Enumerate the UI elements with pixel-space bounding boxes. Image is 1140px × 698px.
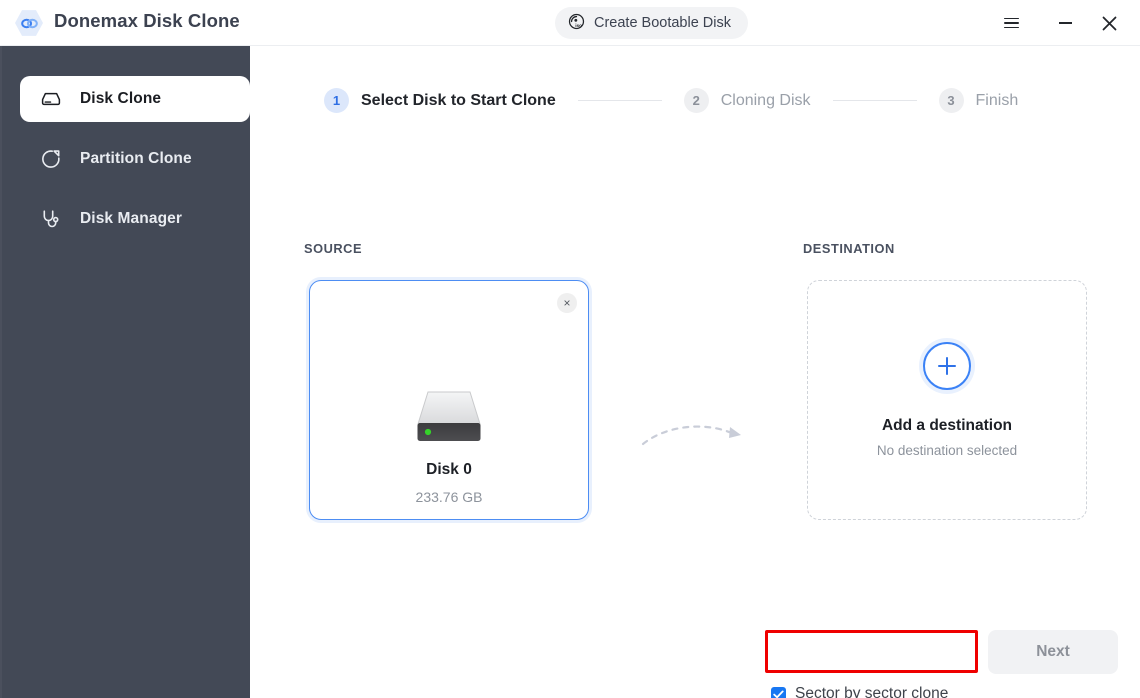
sidebar-item-label: Disk Clone xyxy=(80,90,162,107)
next-button[interactable]: Next xyxy=(988,630,1118,674)
create-bootable-disk-button[interactable]: iso Create Bootable Disk xyxy=(554,7,748,39)
add-destination-card[interactable]: Add a destination No destination selecte… xyxy=(807,280,1087,520)
destination-heading: DESTINATION xyxy=(803,241,895,256)
minimize-glyph xyxy=(1058,22,1072,24)
svg-text:iso: iso xyxy=(575,23,582,29)
app-window: Donemax Disk Clone iso Create Bootable D… xyxy=(0,0,1140,698)
step-2-label: Cloning Disk xyxy=(720,91,811,109)
source-disk-name: Disk 0 xyxy=(426,461,472,478)
add-destination-title: Add a destination xyxy=(881,417,1013,434)
checkbox-checked-icon xyxy=(771,686,786,698)
create-bootable-disk-label: Create Bootable Disk xyxy=(593,15,731,31)
plus-circle-icon xyxy=(923,342,971,390)
source-heading: SOURCE xyxy=(304,241,363,256)
step-2-number: 2 xyxy=(683,88,709,113)
minimize-icon[interactable] xyxy=(1048,6,1082,40)
title-bar: Donemax Disk Clone iso Create Bootable D… xyxy=(0,0,1140,46)
add-destination-subtitle: No destination selected xyxy=(876,443,1018,458)
step-indicator: 1 Select Disk to Start Clone 2 Cloning D… xyxy=(324,88,1018,113)
main-content: 1 Select Disk to Start Clone 2 Cloning D… xyxy=(250,46,1140,698)
sidebar: Disk Clone Partition Clone Disk Manager xyxy=(0,46,250,698)
chain-link-logo-icon xyxy=(15,10,43,36)
sidebar-item-disk-manager[interactable]: Disk Manager xyxy=(20,196,260,242)
sidebar-item-label: Partition Clone xyxy=(80,150,192,167)
step-1-label: Select Disk to Start Clone xyxy=(361,91,556,109)
pie-chart-icon xyxy=(38,146,64,172)
close-glyph xyxy=(1102,16,1116,30)
step-connector-2 xyxy=(832,99,917,102)
hamburger-glyph xyxy=(1003,17,1019,29)
remove-source-icon[interactable]: × xyxy=(557,293,577,313)
step-connector-1 xyxy=(577,99,662,102)
step-3-number: 3 xyxy=(938,88,964,113)
sidebar-item-disk-clone[interactable]: Disk Clone xyxy=(20,76,250,122)
hard-drive-icon xyxy=(38,86,64,112)
sector-by-sector-clone-checkbox[interactable]: Sector by sector clone xyxy=(771,685,948,698)
checkbox-label: Sector by sector clone xyxy=(795,685,949,698)
source-disk-size: 233.76 GB xyxy=(415,489,483,505)
hamburger-menu-icon[interactable] xyxy=(994,6,1028,40)
annotation-highlight-box xyxy=(765,630,978,673)
step-3: 3 Finish xyxy=(938,88,1019,113)
iso-disc-icon: iso xyxy=(568,13,585,33)
step-1: 1 Select Disk to Start Clone xyxy=(324,88,556,113)
step-1-number: 1 xyxy=(324,88,349,113)
app-title: Donemax Disk Clone xyxy=(54,10,240,31)
close-icon[interactable] xyxy=(1092,6,1126,40)
external-hard-drive-icon xyxy=(415,386,483,453)
stethoscope-icon xyxy=(38,206,64,232)
sidebar-item-partition-clone[interactable]: Partition Clone xyxy=(20,136,260,182)
step-2: 2 Cloning Disk xyxy=(683,88,811,113)
dashed-curved-arrow-icon xyxy=(640,418,748,453)
source-disk-card[interactable]: × Disk 0 233.76 GB xyxy=(309,280,589,520)
app-logo xyxy=(14,9,44,37)
step-3-label: Finish xyxy=(975,91,1019,109)
sidebar-item-label: Disk Manager xyxy=(80,210,182,227)
